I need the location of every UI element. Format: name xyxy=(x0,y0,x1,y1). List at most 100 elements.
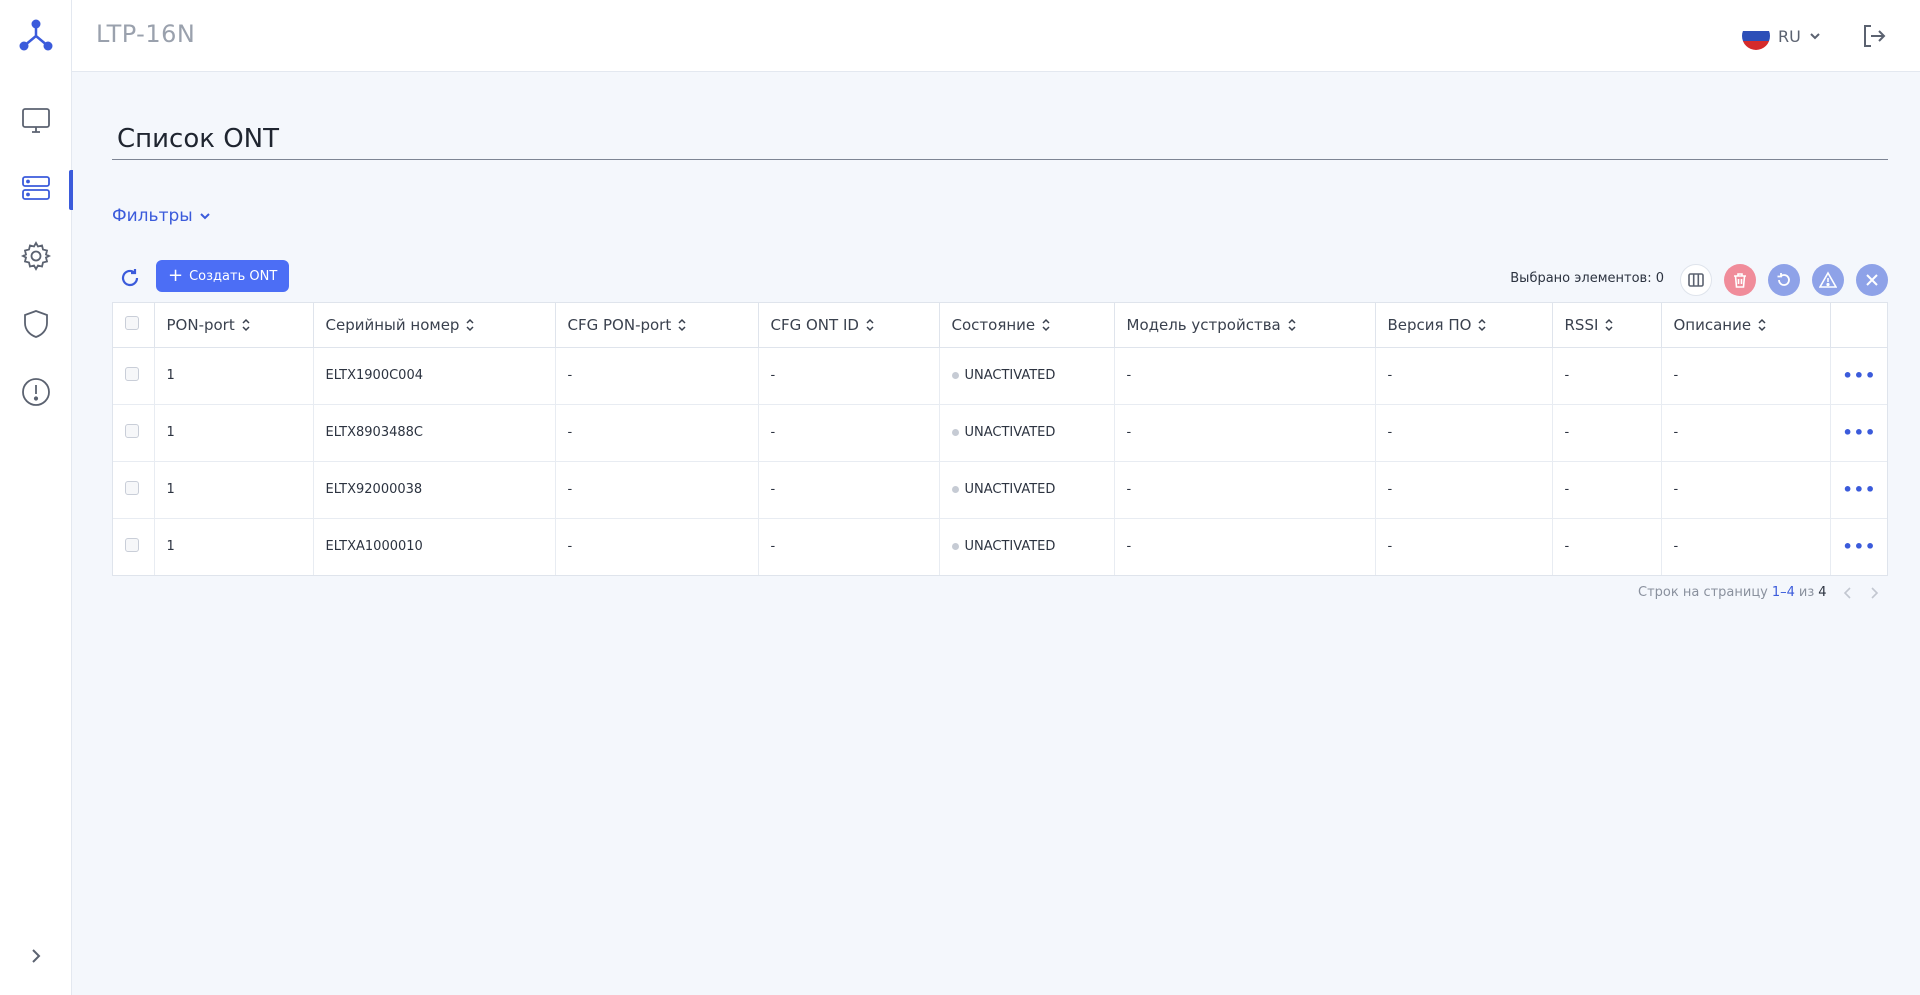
cell-fw: - xyxy=(1375,518,1553,575)
refresh-icon[interactable] xyxy=(118,266,142,290)
row-checkbox[interactable] xyxy=(125,423,139,438)
more-actions-icon[interactable]: ••• xyxy=(1843,480,1877,499)
title-divider xyxy=(112,159,1888,160)
cell-rssi: - xyxy=(1552,461,1662,519)
cell-state: UNACTIVATED xyxy=(939,404,1115,462)
cell-cfg-ont-id: - xyxy=(758,518,940,575)
cell-pon-port: 1 xyxy=(154,404,314,462)
cell-fw: - xyxy=(1375,461,1553,519)
chevron-right-icon xyxy=(32,949,41,963)
sidebar-item-alarms[interactable] xyxy=(0,366,72,418)
sort-icon xyxy=(678,319,686,332)
column-header-actions xyxy=(1830,303,1887,348)
cell-model: - xyxy=(1114,518,1376,575)
column-header-description[interactable]: Описание xyxy=(1661,303,1831,348)
table-row[interactable]: 1 ELTX1900C004- - UNACTIVATED - - - - ••• xyxy=(113,347,1887,405)
column-header-model[interactable]: Модель устройства xyxy=(1114,303,1376,348)
more-actions-icon[interactable]: ••• xyxy=(1843,537,1877,556)
cell-cfg-ont-id: - xyxy=(758,404,940,462)
create-ont-button[interactable]: + Создать ONT xyxy=(156,260,290,292)
sidebar-expand-button[interactable] xyxy=(22,942,50,970)
row-checkbox[interactable] xyxy=(125,366,139,381)
status-badge: UNACTIVATED xyxy=(951,539,1056,555)
top-header: LTP-16N RU xyxy=(72,0,1920,72)
cell-serial: ELTX1900C004 xyxy=(313,347,556,405)
status-dot-icon xyxy=(951,429,959,436)
cell-pon-port: 1 xyxy=(154,461,314,519)
cell-cfg-pon-port: - xyxy=(555,347,759,405)
pagination-info: Строк на страницу 1–4 из 4 xyxy=(1638,585,1827,600)
cell-cfg-ont-id: - xyxy=(758,461,940,519)
cell-rssi: - xyxy=(1552,404,1662,462)
cell-description: - xyxy=(1661,518,1831,575)
delete-button[interactable] xyxy=(1724,264,1756,296)
row-checkbox[interactable] xyxy=(125,537,139,552)
logo-icon[interactable] xyxy=(18,18,54,54)
cell-state: UNACTIVATED xyxy=(939,461,1115,519)
table-row[interactable]: 1 ELTX8903488C - - UNACTIVATED - - - - ••• xyxy=(113,404,1887,462)
row-select-cell xyxy=(113,461,155,519)
warning-button[interactable] xyxy=(1812,264,1844,296)
more-actions-icon[interactable]: ••• xyxy=(1843,423,1877,442)
table-row[interactable]: 1 ELTXA1000010- - UNACTIVATED - - - - ••• xyxy=(113,518,1887,575)
filters-toggle[interactable]: Фильтры xyxy=(112,206,211,226)
more-actions-icon[interactable]: ••• xyxy=(1843,366,1877,385)
pagination-total: 4 xyxy=(1818,585,1827,600)
column-header-serial[interactable]: Серийный номер xyxy=(313,303,556,348)
sort-icon xyxy=(1288,319,1296,332)
filters-label: Фильтры xyxy=(112,206,193,226)
sort-icon xyxy=(242,319,250,332)
column-header-pon-port[interactable]: PON-port xyxy=(154,303,314,348)
column-header-cfg-pon-port[interactable]: CFG PON-port xyxy=(555,303,759,348)
logout-icon[interactable] xyxy=(1860,22,1888,50)
sort-icon xyxy=(466,319,474,332)
cell-rssi: - xyxy=(1552,518,1662,575)
cell-description: - xyxy=(1661,404,1831,462)
status-dot-icon xyxy=(951,372,959,379)
cell-fw: - xyxy=(1375,404,1553,462)
selected-count: Выбрано элементов: 0 xyxy=(1510,271,1664,286)
sidebar-item-settings[interactable] xyxy=(0,230,72,282)
sidebar-item-monitor[interactable] xyxy=(0,94,72,146)
row-actions-cell: ••• xyxy=(1830,518,1887,575)
ont-table: PON-port Серийный номер CFG PON-port CFG… xyxy=(112,302,1888,576)
pagination-range[interactable]: 1–4 xyxy=(1772,585,1795,600)
rows-per-page-label: Строк на страницу xyxy=(1638,585,1768,600)
cell-pon-port: 1 xyxy=(154,518,314,575)
russia-flag-icon xyxy=(1742,22,1770,50)
sidebar-item-security[interactable] xyxy=(0,298,72,350)
prev-page-icon[interactable] xyxy=(1840,585,1856,601)
close-button[interactable] xyxy=(1856,264,1888,296)
cell-cfg-pon-port: - xyxy=(555,461,759,519)
status-dot-icon xyxy=(951,486,959,493)
reboot-button[interactable] xyxy=(1768,264,1800,296)
alert-circle-icon xyxy=(22,378,50,406)
sort-icon xyxy=(1758,319,1766,332)
status-text: UNACTIVATED xyxy=(964,425,1056,440)
row-checkbox[interactable] xyxy=(125,480,139,495)
cell-cfg-pon-port: - xyxy=(555,518,759,575)
columns-button[interactable] xyxy=(1680,264,1712,296)
cell-pon-port: 1 xyxy=(154,347,314,405)
column-header-rssi[interactable]: RSSI xyxy=(1552,303,1662,348)
chevron-down-icon xyxy=(199,213,210,220)
select-all-checkbox[interactable] xyxy=(125,315,139,330)
warning-icon xyxy=(1819,271,1837,288)
cell-description: - xyxy=(1661,347,1831,405)
close-icon xyxy=(1866,274,1878,286)
table-row[interactable]: 1 ELTX92000038- - UNACTIVATED - - - - ••• xyxy=(113,461,1887,519)
column-header-firmware[interactable]: Версия ПО xyxy=(1375,303,1553,348)
cell-model: - xyxy=(1114,404,1376,462)
cell-model: - xyxy=(1114,461,1376,519)
next-page-icon[interactable] xyxy=(1866,585,1882,601)
select-all-cell xyxy=(113,303,155,348)
row-select-cell xyxy=(113,404,155,462)
server-icon xyxy=(22,176,50,200)
plus-icon: + xyxy=(168,265,184,286)
status-text: UNACTIVATED xyxy=(964,539,1056,555)
sidebar-item-devices[interactable] xyxy=(0,162,73,214)
language-selector[interactable]: RU xyxy=(1742,22,1821,50)
column-header-state[interactable]: Состояние xyxy=(939,303,1115,348)
gear-icon xyxy=(20,241,52,271)
column-header-cfg-ont-id[interactable]: CFG ONT ID xyxy=(758,303,940,348)
